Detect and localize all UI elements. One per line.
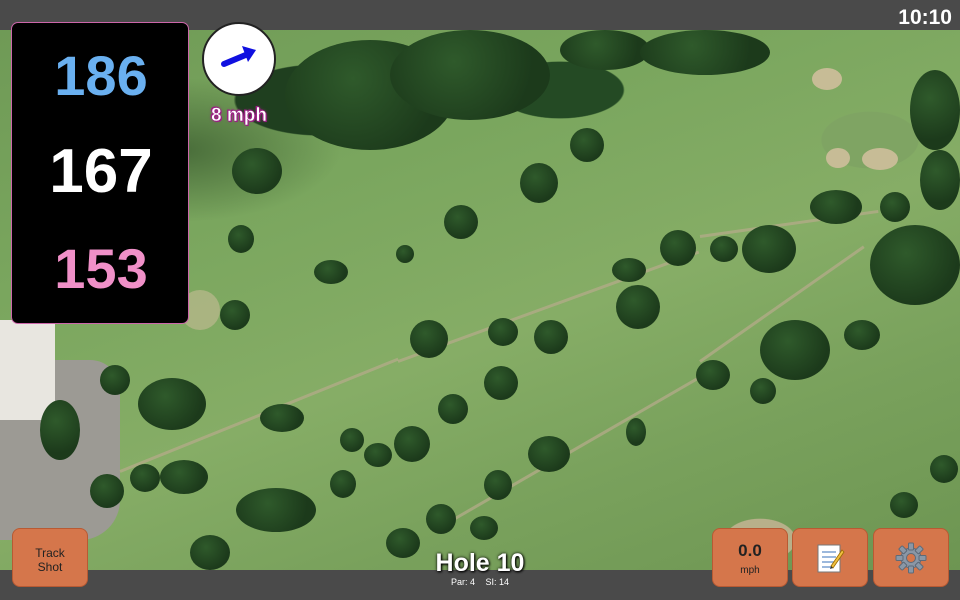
clock: 10:10: [898, 6, 952, 29]
yardage-panel: 186 167 153: [11, 22, 189, 324]
tree: [880, 192, 910, 222]
hole-title[interactable]: Hole 10: [380, 549, 580, 578]
tree: [40, 400, 80, 460]
tree: [742, 225, 796, 273]
tree: [444, 205, 478, 239]
tree: [520, 163, 558, 203]
tree: [612, 258, 646, 282]
tree: [364, 443, 392, 467]
notepad-icon: [817, 544, 845, 572]
par-label: Par: 4: [450, 577, 475, 587]
tree: [130, 464, 160, 492]
tree: [616, 285, 660, 329]
tree: [396, 245, 414, 263]
tree-cluster: [870, 225, 960, 305]
speed-value: 0.0: [738, 541, 762, 560]
tree: [228, 225, 254, 253]
gear-icon: [895, 542, 927, 573]
tree: [410, 320, 448, 358]
track-shot-label-line2: Shot: [37, 560, 63, 574]
tree: [232, 148, 282, 194]
tree: [394, 426, 430, 462]
tree: [660, 230, 696, 266]
bunker: [862, 148, 898, 170]
speed-button[interactable]: 0.0 mph: [712, 528, 788, 587]
settings-button[interactable]: [873, 528, 949, 587]
track-shot-button[interactable]: Track Shot: [12, 528, 88, 587]
back-yardage: 186: [54, 44, 148, 107]
tree: [750, 378, 776, 404]
tree: [190, 535, 230, 570]
tree: [330, 470, 356, 498]
tree: [570, 128, 604, 162]
tree: [844, 320, 880, 350]
tree: [488, 318, 518, 346]
tree: [90, 474, 124, 508]
bunker: [812, 68, 842, 90]
arrow-right-icon: [221, 46, 256, 67]
tree: [260, 404, 304, 432]
tree: [696, 360, 730, 390]
tree-cluster: [560, 30, 650, 70]
tree: [710, 236, 738, 262]
center-yardage: 167: [49, 137, 153, 206]
tree: [810, 190, 862, 224]
stroke-index-label: SI: 14: [485, 577, 510, 587]
tree-cluster: [910, 70, 960, 150]
tree: [340, 428, 364, 452]
tree-cluster: [640, 30, 770, 75]
bunker: [826, 148, 850, 168]
wind-indicator: [202, 22, 276, 96]
tree: [534, 320, 568, 354]
tree: [100, 365, 130, 395]
tree: [314, 260, 348, 284]
tree: [920, 150, 960, 210]
golf-gps-screen: 10:10 186 167 153 8 mph Track Shot Hole …: [0, 0, 960, 600]
tree-cluster: [760, 320, 830, 380]
tree: [426, 504, 456, 534]
tree: [484, 366, 518, 400]
tree: [930, 455, 958, 483]
wind-speed-label: 8 mph: [211, 105, 267, 127]
tree: [890, 492, 918, 518]
hole-info: Par: 4 SI: 14: [380, 577, 580, 587]
tree: [160, 460, 208, 494]
tree: [470, 516, 498, 540]
speed-unit: mph: [740, 565, 760, 576]
front-yardage: 153: [54, 237, 148, 300]
tree-cluster: [236, 488, 316, 532]
tree-cluster: [390, 30, 550, 120]
tree: [484, 470, 512, 500]
tree: [220, 300, 250, 330]
tree: [138, 378, 206, 430]
clubhouse-roof: [0, 320, 55, 420]
tree: [528, 436, 570, 472]
tree: [626, 418, 646, 446]
notes-button[interactable]: [792, 528, 868, 587]
track-shot-label-line1: Track: [35, 546, 65, 560]
tree: [438, 394, 468, 424]
